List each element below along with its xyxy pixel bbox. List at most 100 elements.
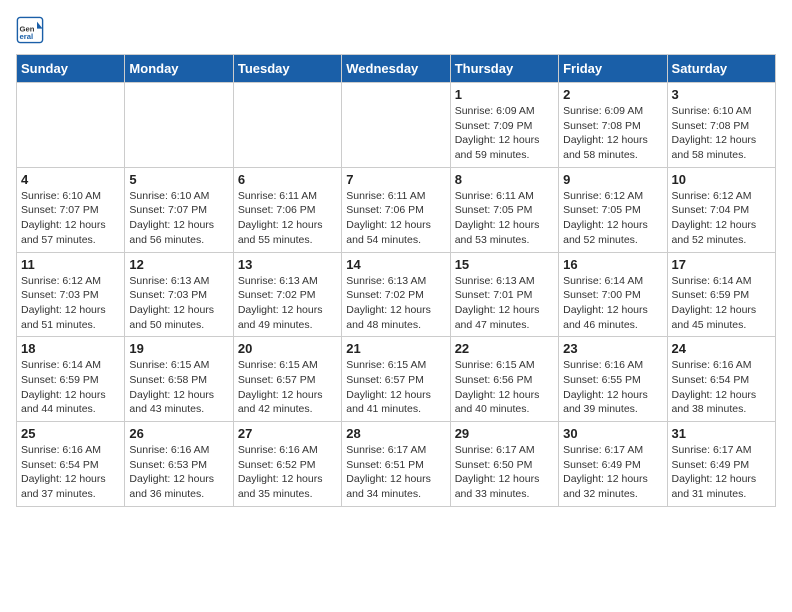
day-header-thursday: Thursday xyxy=(450,55,558,83)
day-number: 26 xyxy=(129,426,228,441)
day-number: 3 xyxy=(672,87,771,102)
calendar-cell: 8Sunrise: 6:11 AMSunset: 7:05 PMDaylight… xyxy=(450,167,558,252)
day-info: Sunrise: 6:11 AMSunset: 7:06 PMDaylight:… xyxy=(238,189,337,248)
day-info: Sunrise: 6:14 AMSunset: 6:59 PMDaylight:… xyxy=(21,358,120,417)
calendar-cell: 5Sunrise: 6:10 AMSunset: 7:07 PMDaylight… xyxy=(125,167,233,252)
day-number: 7 xyxy=(346,172,445,187)
calendar-cell: 3 Sunrise: 6:10 AMSunset: 7:08 PMDaylight… xyxy=(667,83,775,168)
day-info: Sunrise: 6:17 AMSunset: 6:49 PMDaylight:… xyxy=(672,443,771,502)
calendar-cell: 19 Sunrise: 6:15 AMSunset: 6:58 PMDayligh… xyxy=(125,337,233,422)
calendar-cell xyxy=(342,83,450,168)
calendar-cell xyxy=(233,83,341,168)
day-info: Sunrise: 6:12 AMSunset: 7:03 PMDaylight:… xyxy=(21,274,120,333)
day-info: Sunrise: 6:14 AMSunset: 7:00 PMDaylight:… xyxy=(563,274,662,333)
calendar-table: SundayMondayTuesdayWednesdayThursdayFrid… xyxy=(16,54,776,507)
day-number: 2 xyxy=(563,87,662,102)
day-number: 8 xyxy=(455,172,554,187)
calendar-cell: 2 Sunrise: 6:09 AMSunset: 7:08 PMDaylight… xyxy=(559,83,667,168)
day-info: Sunrise: 6:12 AMSunset: 7:04 PMDaylight:… xyxy=(672,189,771,248)
calendar-cell: 29Sunrise: 6:17 AMSunset: 6:50 PMDayligh… xyxy=(450,422,558,507)
day-number: 30 xyxy=(563,426,662,441)
calendar-cell: 17 Sunrise: 6:14 AMSunset: 6:59 PMDayligh… xyxy=(667,252,775,337)
day-number: 28 xyxy=(346,426,445,441)
calendar-cell: 11 Sunrise: 6:12 AMSunset: 7:03 PMDayligh… xyxy=(17,252,125,337)
calendar-cell: 9 Sunrise: 6:12 AMSunset: 7:05 PMDaylight… xyxy=(559,167,667,252)
day-header-friday: Friday xyxy=(559,55,667,83)
day-number: 19 xyxy=(129,341,228,356)
day-number: 16 xyxy=(563,257,662,272)
day-info: Sunrise: 6:14 AMSunset: 6:59 PMDaylight:… xyxy=(672,274,771,333)
day-number: 9 xyxy=(563,172,662,187)
day-info: Sunrise: 6:13 AMSunset: 7:02 PMDaylight:… xyxy=(346,274,445,333)
day-info: Sunrise: 6:16 AMSunset: 6:55 PMDaylight:… xyxy=(563,358,662,417)
calendar-cell: 18 Sunrise: 6:14 AMSunset: 6:59 PMDayligh… xyxy=(17,337,125,422)
day-number: 22 xyxy=(455,341,554,356)
day-info: Sunrise: 6:16 AMSunset: 6:54 PMDaylight:… xyxy=(672,358,771,417)
day-number: 1 xyxy=(455,87,554,102)
day-number: 10 xyxy=(672,172,771,187)
day-number: 27 xyxy=(238,426,337,441)
day-header-wednesday: Wednesday xyxy=(342,55,450,83)
day-info: Sunrise: 6:09 AMSunset: 7:09 PMDaylight:… xyxy=(455,104,554,163)
header: Gen eral xyxy=(16,16,776,44)
day-info: Sunrise: 6:13 AMSunset: 7:03 PMDaylight:… xyxy=(129,274,228,333)
day-info: Sunrise: 6:17 AMSunset: 6:49 PMDaylight:… xyxy=(563,443,662,502)
calendar-cell: 14Sunrise: 6:13 AMSunset: 7:02 PMDayligh… xyxy=(342,252,450,337)
day-number: 13 xyxy=(238,257,337,272)
calendar-cell: 1 Sunrise: 6:09 AMSunset: 7:09 PMDaylight… xyxy=(450,83,558,168)
calendar-cell: 7 Sunrise: 6:11 AMSunset: 7:06 PMDaylight… xyxy=(342,167,450,252)
calendar-cell: 23 Sunrise: 6:16 AMSunset: 6:55 PMDayligh… xyxy=(559,337,667,422)
day-info: Sunrise: 6:17 AMSunset: 6:51 PMDaylight:… xyxy=(346,443,445,502)
day-number: 20 xyxy=(238,341,337,356)
calendar-cell: 28 Sunrise: 6:17 AMSunset: 6:51 PMDayligh… xyxy=(342,422,450,507)
calendar-cell: 10 Sunrise: 6:12 AMSunset: 7:04 PMDayligh… xyxy=(667,167,775,252)
day-number: 4 xyxy=(21,172,120,187)
day-info: Sunrise: 6:13 AMSunset: 7:01 PMDaylight:… xyxy=(455,274,554,333)
day-info: Sunrise: 6:11 AMSunset: 7:06 PMDaylight:… xyxy=(346,189,445,248)
day-header-tuesday: Tuesday xyxy=(233,55,341,83)
week-row-1: 1 Sunrise: 6:09 AMSunset: 7:09 PMDaylight… xyxy=(17,83,776,168)
day-number: 21 xyxy=(346,341,445,356)
day-number: 15 xyxy=(455,257,554,272)
day-info: Sunrise: 6:12 AMSunset: 7:05 PMDaylight:… xyxy=(563,189,662,248)
day-number: 25 xyxy=(21,426,120,441)
day-info: Sunrise: 6:10 AMSunset: 7:07 PMDaylight:… xyxy=(129,189,228,248)
day-number: 6 xyxy=(238,172,337,187)
day-number: 31 xyxy=(672,426,771,441)
day-info: Sunrise: 6:09 AMSunset: 7:08 PMDaylight:… xyxy=(563,104,662,163)
day-number: 17 xyxy=(672,257,771,272)
day-number: 11 xyxy=(21,257,120,272)
calendar-cell: 22 Sunrise: 6:15 AMSunset: 6:56 PMDayligh… xyxy=(450,337,558,422)
day-info: Sunrise: 6:16 AMSunset: 6:54 PMDaylight:… xyxy=(21,443,120,502)
day-info: Sunrise: 6:15 AMSunset: 6:56 PMDaylight:… xyxy=(455,358,554,417)
svg-text:eral: eral xyxy=(20,32,34,41)
calendar-cell: 30 Sunrise: 6:17 AMSunset: 6:49 PMDayligh… xyxy=(559,422,667,507)
calendar-cell: 25 Sunrise: 6:16 AMSunset: 6:54 PMDayligh… xyxy=(17,422,125,507)
calendar-cell: 21Sunrise: 6:15 AMSunset: 6:57 PMDayligh… xyxy=(342,337,450,422)
day-info: Sunrise: 6:10 AMSunset: 7:08 PMDaylight:… xyxy=(672,104,771,163)
day-info: Sunrise: 6:16 AMSunset: 6:53 PMDaylight:… xyxy=(129,443,228,502)
week-row-5: 25 Sunrise: 6:16 AMSunset: 6:54 PMDayligh… xyxy=(17,422,776,507)
calendar-cell: 6 Sunrise: 6:11 AMSunset: 7:06 PMDaylight… xyxy=(233,167,341,252)
day-number: 18 xyxy=(21,341,120,356)
calendar-cell: 13 Sunrise: 6:13 AMSunset: 7:02 PMDayligh… xyxy=(233,252,341,337)
day-header-sunday: Sunday xyxy=(17,55,125,83)
day-header-monday: Monday xyxy=(125,55,233,83)
day-number: 24 xyxy=(672,341,771,356)
calendar-cell: 15 Sunrise: 6:13 AMSunset: 7:01 PMDayligh… xyxy=(450,252,558,337)
day-info: Sunrise: 6:13 AMSunset: 7:02 PMDaylight:… xyxy=(238,274,337,333)
logo: Gen eral xyxy=(16,16,48,44)
calendar-cell: 31 Sunrise: 6:17 AMSunset: 6:49 PMDayligh… xyxy=(667,422,775,507)
calendar-cell: 24 Sunrise: 6:16 AMSunset: 6:54 PMDayligh… xyxy=(667,337,775,422)
day-number: 29 xyxy=(455,426,554,441)
logo-icon: Gen eral xyxy=(16,16,44,44)
day-info: Sunrise: 6:15 AMSunset: 6:57 PMDaylight:… xyxy=(238,358,337,417)
calendar-cell: 20 Sunrise: 6:15 AMSunset: 6:57 PMDayligh… xyxy=(233,337,341,422)
day-info: Sunrise: 6:15 AMSunset: 6:58 PMDaylight:… xyxy=(129,358,228,417)
week-row-2: 4 Sunrise: 6:10 AMSunset: 7:07 PMDaylight… xyxy=(17,167,776,252)
week-row-4: 18 Sunrise: 6:14 AMSunset: 6:59 PMDayligh… xyxy=(17,337,776,422)
day-number: 12 xyxy=(129,257,228,272)
calendar-cell: 27Sunrise: 6:16 AMSunset: 6:52 PMDayligh… xyxy=(233,422,341,507)
day-number: 23 xyxy=(563,341,662,356)
calendar-cell xyxy=(125,83,233,168)
